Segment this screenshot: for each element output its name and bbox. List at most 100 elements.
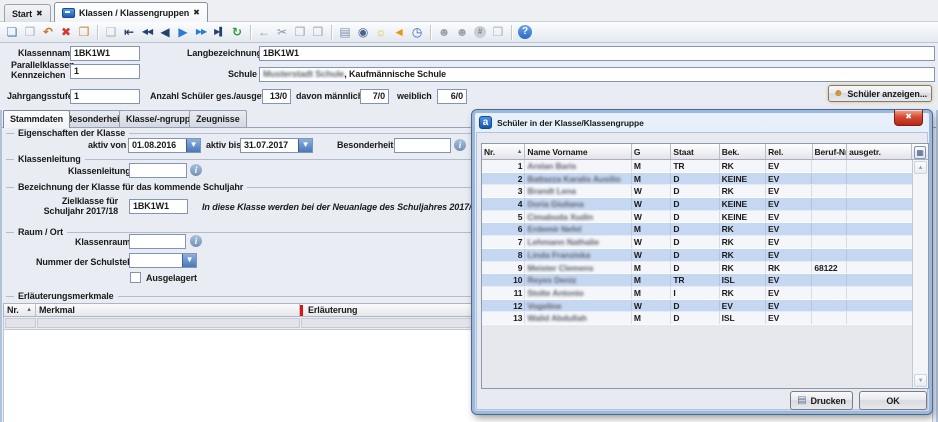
- parallelklassen-label-line1: Parallelklassen: [11, 60, 75, 70]
- save-icon[interactable]: ❒: [21, 23, 39, 41]
- student-gender: W: [632, 300, 671, 312]
- print-icon[interactable]: ▤: [336, 23, 354, 41]
- chevron-down-icon[interactable]: ▼: [298, 139, 312, 152]
- besonderheit-field[interactable]: [394, 138, 451, 153]
- student-name-redacted: Lehmann Nathalie: [525, 236, 631, 248]
- column-header-rel[interactable]: Rel.: [766, 144, 812, 159]
- help-icon[interactable]: ?: [518, 25, 532, 39]
- duplicate-icon[interactable]: ❑: [102, 23, 120, 41]
- tab-klassen-klassengruppen[interactable]: Klassen / Klassengruppen ✖: [54, 2, 208, 23]
- column-header-bek[interactable]: Bek.: [720, 144, 766, 159]
- student-row[interactable]: 11 Stolte Antonio M I RK EV: [482, 287, 912, 300]
- toolbar-separator[interactable]: [331, 25, 332, 40]
- close-icon[interactable]: ✖: [193, 9, 200, 17]
- student-staat: D: [671, 173, 719, 185]
- undo-icon[interactable]: ↶: [39, 23, 57, 41]
- student-nr: 3: [482, 185, 525, 197]
- next-record-icon[interactable]: ▶: [174, 23, 192, 41]
- student-row[interactable]: 10 Reyes Deniz M TR ISL EV: [482, 274, 912, 287]
- student-row[interactable]: 12 Vogeline W D EV EV: [482, 300, 912, 313]
- student-row[interactable]: 13 Walid Abdullah M D ISL EV: [482, 312, 912, 325]
- timer-icon[interactable]: ◷: [408, 23, 426, 41]
- column-header-name-vorname[interactable]: Name Vorname: [525, 144, 631, 159]
- langbezeichnung-field[interactable]: 1BK1W1: [259, 46, 935, 61]
- new-record-icon[interactable]: ❏: [3, 23, 21, 41]
- student-bekenntnis: KEINE: [720, 173, 766, 185]
- scroll-down-icon[interactable]: ▼: [914, 374, 927, 387]
- student-row[interactable]: 9 Meister Clemens M D RK RK 68122: [482, 262, 912, 275]
- column-header-g[interactable]: G: [632, 144, 671, 159]
- toolbar-separator[interactable]: [511, 25, 512, 40]
- student-religion: EV: [766, 198, 812, 210]
- prev-fast-icon[interactable]: ◀◀: [138, 23, 156, 41]
- view-icon[interactable]: ◉: [354, 23, 372, 41]
- jahrgangsstufe-field[interactable]: 1: [70, 89, 140, 104]
- column-header-nr[interactable]: Nr. ▲: [482, 144, 525, 159]
- toolbar-separator[interactable]: [97, 25, 98, 40]
- info-icon[interactable]: i: [454, 139, 466, 151]
- column-header-staat[interactable]: Staat: [671, 144, 719, 159]
- student-row[interactable]: 5 Cimabuda Xudin W D KEINE EV: [482, 211, 912, 224]
- report-icon[interactable]: ❒: [489, 23, 507, 41]
- column-chooser-icon[interactable]: ▦: [914, 146, 926, 159]
- filter-cell-merkmal[interactable]: [37, 318, 300, 328]
- student-icon[interactable]: ☻: [435, 23, 453, 41]
- schule-field[interactable]: Musterstadt Schule, Kaufmännische Schule: [259, 67, 935, 82]
- klassenname-field[interactable]: 1BK1W1: [70, 46, 140, 61]
- dialog-titlebar[interactable]: a Schüler in der Klasse/Klassengruppe: [475, 113, 929, 132]
- chevron-down-icon[interactable]: ▼: [182, 254, 196, 267]
- dialog-close-button[interactable]: ✖: [894, 110, 923, 126]
- column-header-beruf-nr[interactable]: Beruf-Nr.: [813, 144, 848, 159]
- students-icon[interactable]: ☻: [453, 23, 471, 41]
- student-row[interactable]: 1 Arslan Baris M TR RK EV: [482, 160, 912, 173]
- klassenleitung-field[interactable]: [129, 163, 187, 178]
- student-row[interactable]: 7 Lehmann Nathalie W D RK EV: [482, 236, 912, 249]
- student-row[interactable]: 2 Battazza Karalis Ausilio M D KEINE EV: [482, 173, 912, 186]
- remove-record-icon[interactable]: ❐: [75, 23, 93, 41]
- number-icon[interactable]: #: [474, 26, 486, 38]
- filter-icon[interactable]: ◄: [390, 23, 408, 41]
- column-header-merkmal[interactable]: Merkmal: [36, 304, 300, 316]
- back-icon[interactable]: ←: [255, 23, 273, 41]
- student-row[interactable]: 3 Brandt Lena W D RK EV: [482, 185, 912, 198]
- student-nr: 11: [482, 287, 525, 299]
- last-record-icon[interactable]: ▶▌: [210, 23, 228, 41]
- aktiv-von-field[interactable]: 01.08.2016 ▼: [128, 138, 201, 153]
- refresh-icon[interactable]: ↻: [228, 23, 246, 41]
- tab-zeugnisse[interactable]: Zeugnisse: [189, 110, 247, 127]
- tab-stammdaten[interactable]: Stammdaten: [3, 110, 70, 128]
- column-header-ausgetr[interactable]: ausgetr.: [847, 144, 912, 159]
- zielklasse-field[interactable]: 1BK1W1: [129, 199, 188, 214]
- parallelklassen-field[interactable]: 1: [70, 64, 140, 79]
- ausgelagert-checkbox[interactable]: [130, 272, 141, 283]
- student-row[interactable]: 4 Doria Giuliana W D KEINE EV: [482, 198, 912, 211]
- paste-icon[interactable]: ❒: [309, 23, 327, 41]
- next-fast-icon[interactable]: ▶▶: [192, 23, 210, 41]
- hint-icon[interactable]: ☼: [372, 23, 390, 41]
- prev-record-icon[interactable]: ◀: [156, 23, 174, 41]
- tab-start[interactable]: Start ✖: [4, 4, 51, 22]
- close-icon[interactable]: ✖: [36, 10, 43, 18]
- schulstelle-label: Nummer der Schulstelle: [36, 257, 137, 267]
- drucken-button[interactable]: ▤ Drucken: [790, 391, 853, 410]
- student-row[interactable]: 6 Erdemir Nefel M D RK EV: [482, 223, 912, 236]
- toolbar-separator[interactable]: [430, 25, 431, 40]
- copy-icon[interactable]: ❐: [291, 23, 309, 41]
- scroll-up-icon[interactable]: ▲: [914, 161, 927, 174]
- cut-icon[interactable]: ✂: [273, 23, 291, 41]
- chevron-down-icon[interactable]: ▼: [186, 139, 200, 152]
- klassenraum-field[interactable]: [129, 234, 186, 249]
- filter-cell-nr[interactable]: [5, 318, 36, 328]
- column-header-nr[interactable]: Nr. ▲: [4, 304, 36, 316]
- aktiv-bis-field[interactable]: 31.07.2017 ▼: [240, 138, 313, 153]
- student-row[interactable]: 8 Linda Franziska W D RK EV: [482, 249, 912, 262]
- info-icon[interactable]: i: [190, 235, 202, 247]
- first-record-icon[interactable]: ⇤: [120, 23, 138, 41]
- ok-button[interactable]: OK: [859, 391, 927, 410]
- delete-icon[interactable]: ✖: [57, 23, 75, 41]
- toolbar-separator[interactable]: [250, 25, 251, 40]
- table-scrollbar[interactable]: ▲ ▼: [912, 160, 928, 388]
- schulstelle-dropdown[interactable]: ▼: [129, 253, 197, 268]
- info-icon[interactable]: i: [190, 164, 202, 176]
- schueler-anzeigen-button[interactable]: ☻ Schüler anzeigen...: [828, 85, 932, 102]
